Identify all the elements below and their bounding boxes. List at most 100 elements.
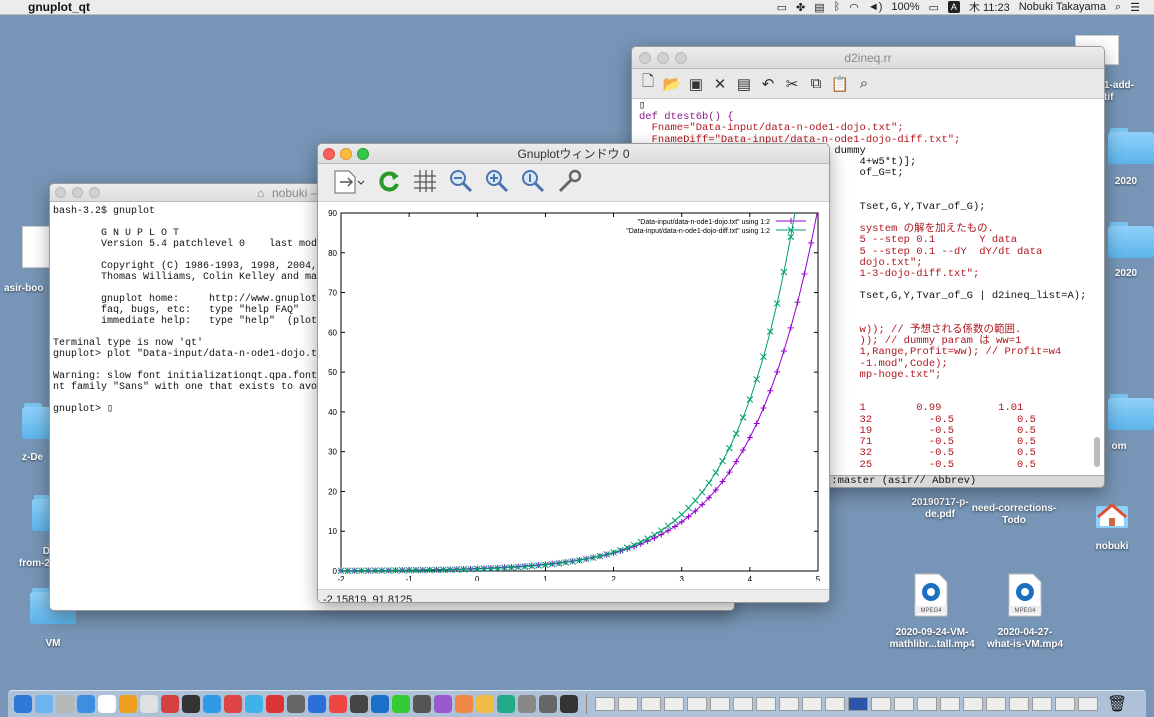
dock-app-icon[interactable] — [560, 695, 578, 713]
dock-minimized-window[interactable] — [779, 697, 799, 711]
dock-app-icon[interactable] — [539, 695, 557, 713]
zoom-in-icon[interactable] — [484, 168, 510, 197]
grid-icon[interactable] — [412, 168, 438, 197]
editor-scrollbar[interactable] — [1094, 437, 1100, 467]
dock-app-icon[interactable] — [350, 695, 368, 713]
gnuplot-window[interactable]: Gnuplotウィンドウ 0 -2 -1 0 1 2 3 4 5 0 10 20 30 40 50 60 70… — [317, 143, 830, 603]
dock-minimized-window[interactable] — [595, 697, 615, 711]
asir-book-icon[interactable] — [22, 226, 52, 268]
dock-minimized-window[interactable] — [1055, 697, 1075, 711]
wifi-icon[interactable]: ◠ — [849, 1, 859, 14]
dock-minimized-window[interactable] — [940, 697, 960, 711]
dock-minimized-window[interactable] — [963, 697, 983, 711]
dock-minimized-window[interactable] — [848, 697, 868, 711]
dock-app-icon[interactable] — [77, 695, 95, 713]
zoom-button[interactable] — [357, 148, 369, 160]
zoom-button[interactable] — [675, 52, 687, 64]
dock-minimized-window[interactable] — [1078, 697, 1098, 711]
minimize-button[interactable] — [340, 148, 352, 160]
spotlight-icon[interactable]: ⌕ — [1115, 1, 1121, 14]
dock-app-icon[interactable] — [224, 695, 242, 713]
zoom-button[interactable] — [89, 187, 100, 198]
clock[interactable]: 木 11:23 — [969, 0, 1010, 15]
dock-app-icon[interactable] — [56, 695, 74, 713]
dock-minimized-window[interactable] — [618, 697, 638, 711]
chat-icon[interactable]: ▤ — [814, 1, 824, 14]
close-button[interactable] — [323, 148, 335, 160]
user-name[interactable]: Nobuki Takayama — [1019, 1, 1106, 13]
extension-icon[interactable]: ✤ — [796, 1, 805, 14]
dock-minimized-window[interactable] — [871, 697, 891, 711]
dock-app-icon[interactable] — [140, 695, 158, 713]
desktop-label-2020a[interactable]: 2020 — [1106, 176, 1146, 188]
dock-app-icon[interactable] — [497, 695, 515, 713]
dock-minimized-window[interactable] — [917, 697, 937, 711]
desktop-label-d-from[interactable]: D from-2 — [14, 546, 50, 570]
dock-app-icon[interactable] — [98, 695, 116, 713]
floppy-icon[interactable]: ▤ — [734, 74, 754, 94]
desktop-label-2020b[interactable]: 2020 — [1106, 268, 1146, 280]
dock-minimized-window[interactable] — [802, 697, 822, 711]
folder-icon[interactable] — [1108, 128, 1154, 164]
dock-app-icon[interactable] — [476, 695, 494, 713]
dock-minimized-window[interactable] — [1009, 697, 1029, 711]
save-icon[interactable]: ▣ — [686, 74, 706, 94]
chart-svg[interactable]: -2 -1 0 1 2 3 4 50102030405060708090"Data-input… — [318, 204, 829, 581]
dock-app-icon[interactable] — [434, 695, 452, 713]
dock-minimized-window[interactable] — [733, 697, 753, 711]
dock-minimized-window[interactable] — [664, 697, 684, 711]
dock-minimized-window[interactable] — [687, 697, 707, 711]
bluetooth-icon[interactable]: ᛒ — [834, 1, 841, 13]
settings-icon[interactable] — [556, 168, 584, 197]
dock-app-icon[interactable] — [119, 695, 137, 713]
replot-icon[interactable] — [376, 168, 402, 197]
dock-app-icon[interactable] — [371, 695, 389, 713]
desktop-label-vm[interactable]: VM — [38, 638, 68, 650]
input-mode[interactable]: A — [947, 1, 960, 13]
battery-percent[interactable]: 100% — [891, 1, 919, 13]
folder-icon[interactable] — [1108, 222, 1154, 258]
desktop-label-om[interactable]: om — [1104, 441, 1134, 453]
dock-minimized-window[interactable] — [894, 697, 914, 711]
desktop-label-nobuki[interactable]: nobuki — [1088, 541, 1136, 553]
dock-app-icon[interactable] — [518, 695, 536, 713]
app-name[interactable]: gnuplot_qt — [28, 0, 90, 14]
dock-app-icon[interactable] — [161, 695, 179, 713]
zoom-fit-icon[interactable] — [520, 168, 546, 197]
dock-app-icon[interactable] — [203, 695, 221, 713]
home-folder-icon[interactable] — [1092, 494, 1132, 530]
trash-icon[interactable]: 🗑 — [1107, 694, 1127, 714]
dock-minimized-window[interactable] — [710, 697, 730, 711]
desktop-label-video1[interactable]: 2020-09-24-VM- mathlibr...tall.mp4 — [884, 627, 980, 651]
open-folder-icon[interactable]: 📂 — [662, 74, 682, 94]
editor-titlebar[interactable]: d2ineq.rr — [632, 47, 1104, 69]
gnuplot-plot-area[interactable]: -2 -1 0 1 2 3 4 5 0 10 20 30 40 50 60 70 80 90 "Data-input… — [318, 202, 829, 589]
desktop-label-asir-book[interactable]: asir-boo — [4, 283, 54, 295]
dock-minimized-window[interactable] — [825, 697, 845, 711]
close-button[interactable] — [55, 187, 66, 198]
zoom-out-icon[interactable] — [448, 168, 474, 197]
desktop-label-todo[interactable]: need-corrections- Todo — [962, 503, 1066, 527]
desktop-label-video2[interactable]: 2020-04-27- what-is-VM.mp4 — [980, 627, 1070, 651]
minimize-button[interactable] — [72, 187, 83, 198]
dock-app-icon[interactable] — [329, 695, 347, 713]
close-file-icon[interactable]: ✕ — [710, 74, 730, 94]
export-icon[interactable] — [332, 167, 366, 198]
desktop-label-z-de[interactable]: z-De — [22, 452, 52, 464]
minimize-button[interactable] — [657, 52, 669, 64]
dock-app-icon[interactable] — [35, 695, 53, 713]
search-icon[interactable]: ⌕ — [854, 74, 874, 94]
dock-app-icon[interactable] — [245, 695, 263, 713]
dock-app-icon[interactable] — [287, 695, 305, 713]
copy-icon[interactable]: ⧉ — [806, 74, 826, 94]
notification-center-icon[interactable]: ☰ — [1130, 1, 1140, 14]
gnuplot-titlebar[interactable]: Gnuplotウィンドウ 0 — [318, 144, 829, 164]
dock-minimized-window[interactable] — [756, 697, 776, 711]
battery-icon[interactable]: ▭ — [929, 1, 939, 14]
dock-app-icon[interactable] — [413, 695, 431, 713]
new-file-icon[interactable]: 🗋 — [638, 73, 658, 94]
cut-icon[interactable]: ✂ — [782, 74, 802, 94]
dock-minimized-window[interactable] — [986, 697, 1006, 711]
screen-icon[interactable]: ▭ — [777, 1, 787, 14]
dock-minimized-window[interactable] — [1032, 697, 1052, 711]
